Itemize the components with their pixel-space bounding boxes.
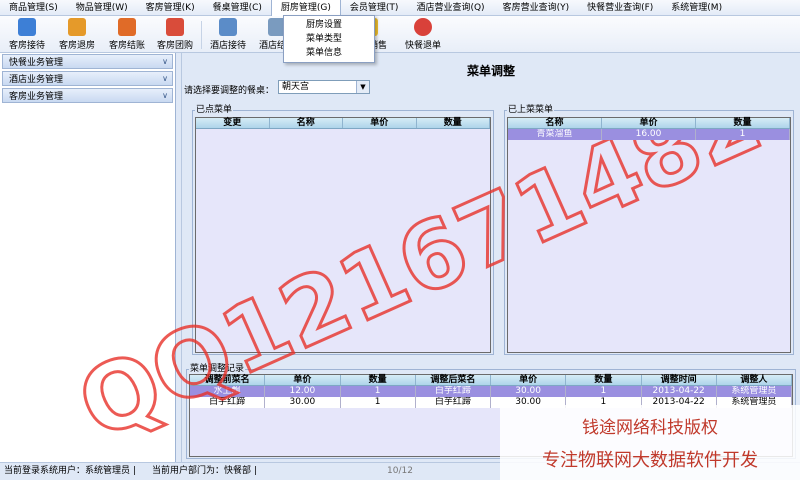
toolbar: 客房接待 客房退房 客房结账 客房团购 酒店接待 酒店结账 快餐销售 快餐退单 xyxy=(0,16,800,53)
cell: 白芋红蹄 xyxy=(416,397,491,408)
dropdown-menu-type[interactable]: 菜单类型 xyxy=(284,32,374,46)
cell: 1 xyxy=(341,386,416,397)
cell: 水上飘 xyxy=(190,386,266,397)
served-menu-title: 已上菜菜单 xyxy=(507,102,555,115)
sidebar-group-hotel[interactable]: 酒店业务管理 ∨ xyxy=(2,71,173,86)
column-header[interactable]: 数量 xyxy=(696,118,790,128)
room-checkout-label: 客房退房 xyxy=(58,41,95,51)
grid-header: 调整前菜名 单价 数量 调整后菜名 单价 数量 调整时间 调整人 xyxy=(190,375,792,386)
sidebar-group-rooms[interactable]: 客房业务管理 ∨ xyxy=(2,88,173,103)
chevron-down-icon: ∨ xyxy=(162,74,168,83)
sidebar: 快餐业务管理 ∨ 酒店业务管理 ∨ 客房业务管理 ∨ xyxy=(0,53,176,462)
menu-kitchen[interactable]: 厨房管理(G) xyxy=(270,0,341,16)
cell: 12.00 xyxy=(265,386,341,397)
room-reception-label: 客房接待 xyxy=(8,41,45,51)
column-header[interactable]: 调整后菜名 xyxy=(416,375,491,385)
room-groupbuy-label: 客房团购 xyxy=(156,41,193,51)
status-department: 当前用户部门为：快餐部 | xyxy=(152,466,257,476)
chevron-down-icon: ∨ xyxy=(162,57,168,66)
fastfood-refund-label: 快餐退单 xyxy=(404,41,441,51)
cell: 16.00 xyxy=(602,129,696,140)
cell: 2013-04-22 xyxy=(642,386,717,397)
table-select[interactable]: 朝天宫 ▼ xyxy=(278,80,370,94)
watermark-box: 钱途网络科技版权 专注物联网大数据软件开发 xyxy=(500,405,800,480)
checkout-icon xyxy=(68,18,86,36)
hotel-reception-icon xyxy=(219,18,237,36)
main-panel: 菜单调整 请选择要调整的餐桌： 朝天宫 ▼ 已点菜单 变更 名称 单价 数量 已… xyxy=(182,53,800,462)
adjust-record-title: 菜单调整记录 xyxy=(189,361,246,374)
column-header[interactable]: 名称 xyxy=(508,118,602,128)
dropdown-kitchen-settings[interactable]: 厨房设置 xyxy=(284,18,374,32)
column-header[interactable]: 单价 xyxy=(343,118,417,128)
served-menu-group: 已上菜菜单 名称 单价 数量 青菜溜鱼 16.00 1 xyxy=(504,102,794,355)
menu-members[interactable]: 会员管理(T) xyxy=(341,0,408,16)
menu-system[interactable]: 系统管理(M) xyxy=(662,0,731,16)
chevron-down-icon: ∨ xyxy=(162,91,168,100)
ordered-menu-group: 已点菜单 变更 名称 单价 数量 xyxy=(192,102,494,355)
room-reception-button[interactable]: 客房接待 xyxy=(4,17,50,51)
menu-tables[interactable]: 餐桌管理(C) xyxy=(204,0,271,16)
cell: 1 xyxy=(696,129,790,140)
menu-bar: 商品管理(S) 物品管理(W) 客房管理(K) 餐桌管理(C) 厨房管理(G) … xyxy=(0,0,800,16)
column-header[interactable]: 单价 xyxy=(265,375,341,385)
column-header[interactable]: 单价 xyxy=(491,375,567,385)
column-header[interactable]: 变更 xyxy=(196,118,270,128)
menu-hotel-query[interactable]: 酒店营业查询(Q) xyxy=(407,0,493,16)
menu-room-query[interactable]: 客房营业查询(Y) xyxy=(494,0,579,16)
ordered-menu-grid[interactable]: 变更 名称 单价 数量 xyxy=(195,117,491,353)
cell: 白芋红蹄 xyxy=(190,397,266,408)
room-billing-button[interactable]: 客房结账 xyxy=(104,17,150,51)
grid-header: 名称 单价 数量 xyxy=(508,118,790,129)
dropdown-menu-info[interactable]: 菜单信息 xyxy=(284,46,374,60)
toolbar-separator xyxy=(201,21,202,49)
cell: 青菜溜鱼 xyxy=(508,129,602,140)
watermark-line2: 专注物联网大数据软件开发 xyxy=(542,450,758,471)
kitchen-dropdown: 厨房设置 菜单类型 菜单信息 xyxy=(283,15,375,63)
hotel-reception-button[interactable]: 酒店接待 xyxy=(205,17,251,51)
fastfood-refund-button[interactable]: 快餐退单 xyxy=(400,17,446,51)
room-checkout-button[interactable]: 客房退房 xyxy=(54,17,100,51)
chevron-down-icon[interactable]: ▼ xyxy=(356,81,369,93)
room-billing-label: 客房结账 xyxy=(108,41,145,51)
gear-icon xyxy=(414,18,432,36)
column-header[interactable]: 数量 xyxy=(417,118,490,128)
sidebar-group-label: 客房业务管理 xyxy=(9,92,64,102)
watermark-line1: 钱途网络科技版权 xyxy=(582,418,718,438)
sidebar-group-label: 酒店业务管理 xyxy=(9,75,64,85)
cell: 系统管理员 xyxy=(717,386,792,397)
column-header[interactable]: 名称 xyxy=(270,118,343,128)
status-user: 当前登录系统用户：系统管理员 | xyxy=(4,466,136,476)
column-header[interactable]: 数量 xyxy=(341,375,416,385)
menu-rooms[interactable]: 客房管理(K) xyxy=(137,0,204,16)
page-indicator: 10/12 xyxy=(387,466,413,476)
column-header[interactable]: 调整时间 xyxy=(642,375,717,385)
grid-header: 变更 名称 单价 数量 xyxy=(196,118,490,129)
table-select-value: 朝天宫 xyxy=(282,82,310,92)
cell: 30.00 xyxy=(265,397,341,408)
ordered-menu-title: 已点菜单 xyxy=(195,102,234,115)
cell: 白芋红蹄 xyxy=(416,386,491,397)
sidebar-group-label: 快餐业务管理 xyxy=(9,58,64,68)
page-title: 菜单调整 xyxy=(466,64,515,78)
billing-icon xyxy=(118,18,136,36)
menu-items[interactable]: 物品管理(W) xyxy=(67,0,137,16)
table-row[interactable]: 青菜溜鱼 16.00 1 xyxy=(508,129,790,140)
served-menu-grid[interactable]: 名称 单价 数量 青菜溜鱼 16.00 1 xyxy=(507,117,791,353)
column-header[interactable]: 调整前菜名 xyxy=(190,375,266,385)
column-header[interactable]: 单价 xyxy=(602,118,696,128)
menu-fastfood-query[interactable]: 快餐营业查询(F) xyxy=(578,0,662,16)
room-groupbuy-button[interactable]: 客房团购 xyxy=(152,17,198,51)
cell: 1 xyxy=(566,386,642,397)
table-select-label: 请选择要调整的餐桌： xyxy=(184,86,275,96)
menu-goods[interactable]: 商品管理(S) xyxy=(0,0,67,16)
hotel-reception-label: 酒店接待 xyxy=(209,41,246,51)
sidebar-group-fastfood[interactable]: 快餐业务管理 ∨ xyxy=(2,54,173,69)
table-row[interactable]: 水上飘 12.00 1 白芋红蹄 30.00 1 2013-04-22 系统管理… xyxy=(190,386,792,397)
groupbuy-icon xyxy=(166,18,184,36)
cell: 30.00 xyxy=(491,386,567,397)
column-header[interactable]: 调整人 xyxy=(717,375,792,385)
reception-icon xyxy=(18,18,36,36)
column-header[interactable]: 数量 xyxy=(566,375,642,385)
cell: 1 xyxy=(341,397,416,408)
